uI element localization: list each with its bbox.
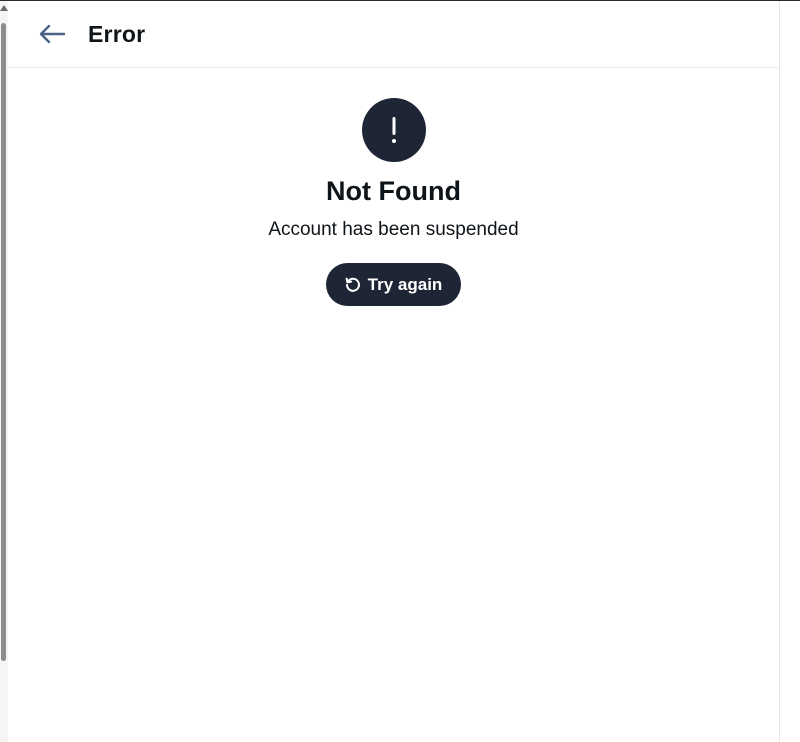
refresh-icon	[344, 276, 362, 294]
try-again-label: Try again	[367, 274, 443, 294]
scrollbar-thumb[interactable]	[1, 23, 6, 661]
try-again-button[interactable]: Try again	[325, 263, 462, 306]
error-message: Account has been suspended	[268, 219, 519, 240]
main-column: Error Not Found Account has been suspend…	[8, 1, 780, 742]
exclamation-icon	[361, 98, 426, 162]
scroll-up-arrow-icon[interactable]	[0, 5, 8, 11]
arrow-left-icon	[39, 24, 66, 44]
back-button[interactable]	[32, 14, 72, 54]
scrollbar[interactable]	[0, 1, 8, 742]
page-header: Error	[8, 1, 779, 68]
app-window: Error Not Found Account has been suspend…	[0, 0, 800, 742]
error-panel: Not Found Account has been suspended Try…	[8, 68, 779, 306]
error-title: Not Found	[326, 176, 461, 206]
page-title: Error	[88, 20, 146, 47]
